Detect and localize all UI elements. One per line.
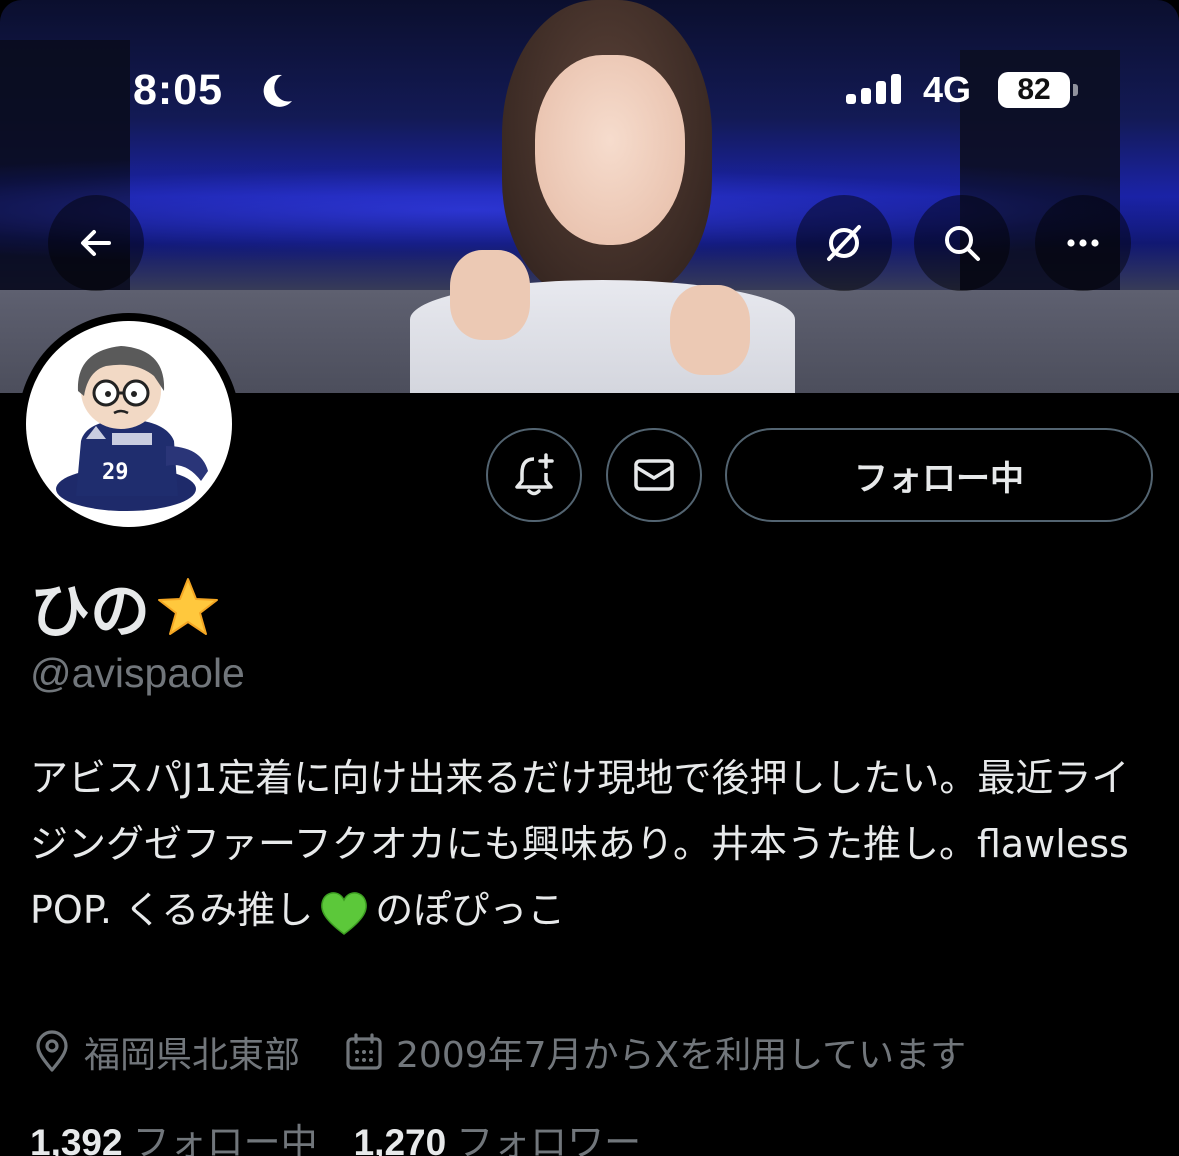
arrow-left-icon <box>81 230 111 256</box>
display-name: ひの <box>30 563 220 650</box>
message-button[interactable] <box>606 428 702 522</box>
green-heart-emoji-icon <box>321 891 368 935</box>
followers-count: 1,270 <box>353 1122 447 1156</box>
bell-plus-icon <box>515 453 554 496</box>
location-text: 福岡県北東部 <box>84 1035 301 1076</box>
location: 福岡県北東部 <box>30 1026 300 1078</box>
more-horizontal-icon <box>1067 239 1099 247</box>
notification-button[interactable] <box>486 428 582 522</box>
bio-text-end: のぽぴっこ <box>375 888 566 932</box>
avatar[interactable]: 29 <box>18 313 240 535</box>
moon-icon <box>263 74 292 107</box>
svg-text:29: 29 <box>102 460 129 485</box>
network-type: 4G <box>923 69 972 110</box>
battery-cap <box>1073 84 1078 96</box>
bio-text: アビスパJ1定着に向け出来るだけ現地で後押ししたい。最近ライジングゼファーフクオ… <box>30 756 1130 932</box>
username: @avispaole <box>30 650 245 696</box>
display-name-text: ひの <box>30 577 150 647</box>
banner-photo-person <box>410 0 795 393</box>
location-pin-icon <box>36 1030 68 1072</box>
battery-icon: 82 <box>998 72 1070 108</box>
status-time: 8:05 <box>133 66 224 114</box>
calendar-icon <box>346 1033 382 1070</box>
join-date-text: 2009年7月からXを利用しています <box>396 1035 967 1076</box>
star-emoji-icon <box>158 577 218 635</box>
status-bar: 8:05 4G 82 <box>0 66 1179 114</box>
signal-icon <box>846 74 901 104</box>
avatar-illustration: 29 <box>56 346 208 511</box>
following-button[interactable]: フォロー中 <box>725 428 1153 522</box>
followers-stat[interactable]: 1,270 フォロワー <box>354 1112 642 1156</box>
join-date: 2009年7月からXを利用しています <box>342 1026 966 1078</box>
grok-button[interactable] <box>796 195 892 291</box>
following-label: フォロー中 <box>132 1121 318 1156</box>
following-count: 1,392 <box>30 1122 123 1156</box>
followers-label: フォロワー <box>456 1121 642 1156</box>
envelope-icon <box>634 459 674 491</box>
profile-meta: 福岡県北東部 2009年7月からXを利用しています <box>30 1025 1008 1079</box>
search-button[interactable] <box>914 195 1010 291</box>
more-button[interactable] <box>1035 195 1131 291</box>
search-icon <box>945 226 980 261</box>
following-stat[interactable]: 1,392 フォロー中 <box>30 1112 318 1156</box>
back-button[interactable] <box>48 195 144 291</box>
follow-stats: 1,392 フォロー中 1,270 フォロワー <box>30 1112 641 1156</box>
bio: アビスパJ1定着に向け出来るだけ現地で後押ししたい。最近ライジングゼファーフクオ… <box>30 745 1140 943</box>
grok-icon <box>827 225 861 261</box>
